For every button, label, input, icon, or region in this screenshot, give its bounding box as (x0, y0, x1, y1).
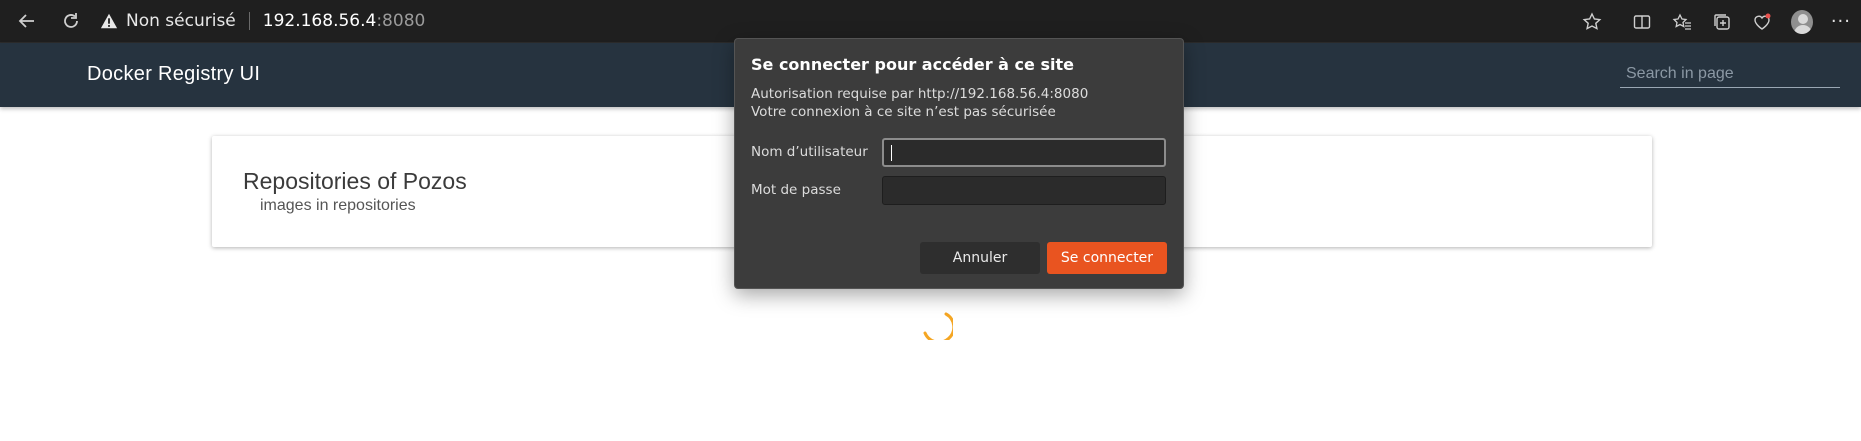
browser-essentials-icon[interactable] (1751, 11, 1773, 33)
favorite-star-icon[interactable] (1581, 11, 1603, 33)
profile-icon[interactable] (1790, 9, 1813, 34)
more-icon[interactable]: ··· (1831, 11, 1851, 32)
address-divider (248, 12, 250, 30)
url-host[interactable]: 192.168.56.4 (263, 11, 377, 31)
collections-icon[interactable] (1711, 11, 1733, 33)
text-caret (891, 145, 892, 161)
password-label: Mot de passe (751, 182, 841, 198)
username-label: Nom d’utilisateur (751, 144, 868, 160)
back-icon[interactable] (12, 6, 42, 36)
address-bar[interactable]: Non sécurisé 192.168.56.4:8080 (100, 5, 425, 37)
favorites-icon[interactable] (1671, 11, 1693, 33)
card-title: Repositories of Pozos (243, 168, 467, 194)
card-subtitle: images in repositories (260, 197, 416, 214)
reload-icon[interactable] (56, 6, 86, 36)
security-label[interactable]: Non sécurisé (126, 11, 236, 31)
password-field[interactable] (882, 176, 1166, 205)
sign-in-button[interactable]: Se connecter (1047, 242, 1167, 274)
split-screen-icon[interactable] (1631, 11, 1653, 33)
app-title[interactable]: Docker Registry UI (87, 63, 260, 86)
loading-spinner-icon (923, 312, 953, 340)
browser-toolbar: Non sécurisé 192.168.56.4:8080 ··· (0, 0, 1861, 43)
dialog-insecure-notice: Votre connexion à ce site n’est pas sécu… (751, 104, 1056, 120)
dialog-title: Se connecter pour accéder à ce site (751, 55, 1074, 74)
search-input[interactable] (1620, 60, 1840, 88)
dialog-auth-required: Autorisation requise par http://192.168.… (751, 86, 1089, 102)
avatar[interactable] (1790, 9, 1813, 34)
url-port[interactable]: :8080 (376, 11, 425, 31)
auth-dialog: Se connecter pour accéder à ce site Auto… (734, 38, 1184, 289)
warning-icon[interactable] (100, 12, 118, 30)
cancel-button[interactable]: Annuler (920, 242, 1040, 274)
username-field[interactable] (882, 138, 1166, 167)
